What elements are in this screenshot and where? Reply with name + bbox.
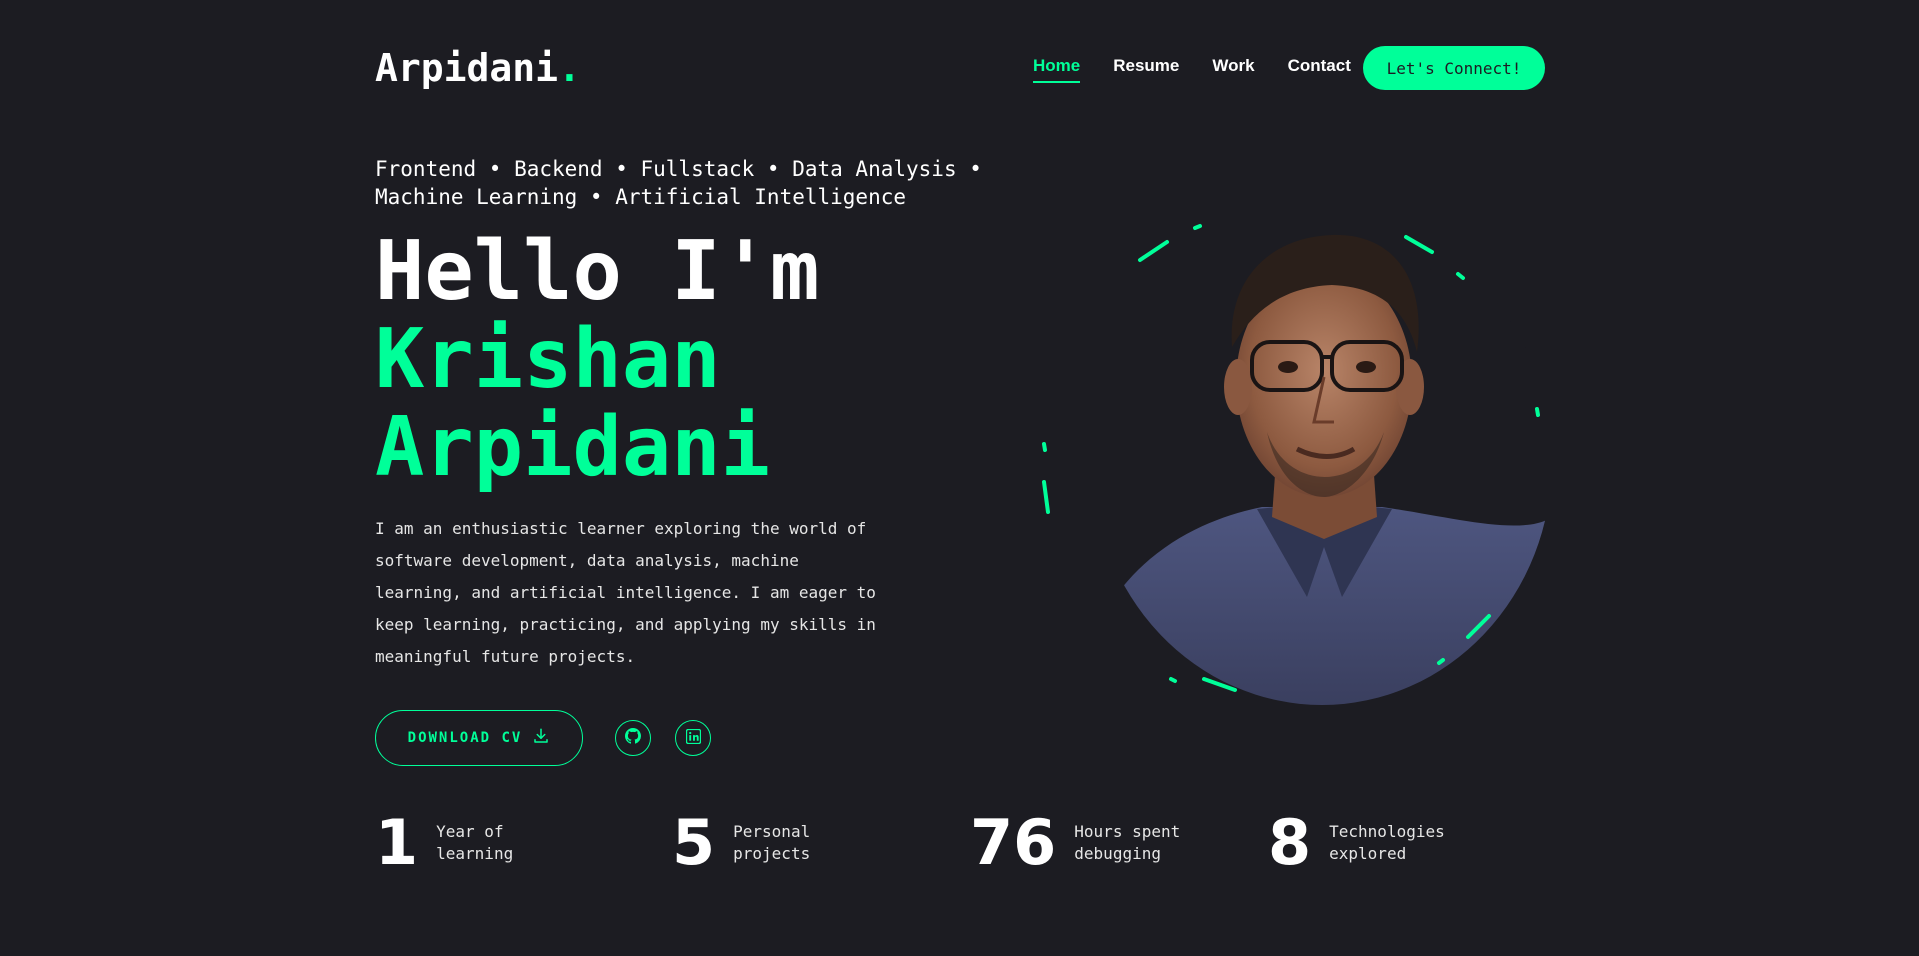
stat-value: 76: [970, 806, 1057, 879]
stat-value: 8: [1268, 806, 1312, 879]
page: Arpidani. Home Resume Work Contact Let's…: [0, 0, 1919, 956]
name-heading: Krishan Arpidani: [375, 316, 770, 492]
logo-text: Arpidani: [375, 46, 559, 90]
nav-contact[interactable]: Contact: [1288, 55, 1351, 83]
greeting-heading: Hello I'm: [375, 224, 820, 319]
linkedin-icon: [685, 728, 701, 748]
profile-photo-area: [1030, 212, 1552, 712]
main-nav: Home Resume Work Contact: [1033, 55, 1351, 83]
linkedin-link[interactable]: [675, 720, 711, 756]
nav-work[interactable]: Work: [1212, 55, 1254, 83]
stat-label: Technologies explored: [1329, 822, 1445, 863]
stat-hours: 76 Hours spent debugging: [970, 812, 1214, 874]
nav-home[interactable]: Home: [1033, 55, 1081, 83]
bio-paragraph: I am an enthusiastic learner exploring t…: [375, 519, 876, 666]
github-link[interactable]: [615, 720, 651, 756]
stat-years: 1 Year of learning: [375, 812, 576, 874]
download-cv-button[interactable]: DOWNLOAD CV: [375, 710, 583, 766]
logo[interactable]: Arpidani.: [375, 44, 581, 92]
roles-subtitle: Frontend • Backend • Fullstack • Data An…: [375, 155, 995, 211]
roles-line-1: Frontend • Backend • Fullstack • Data An…: [375, 157, 982, 181]
lets-connect-button[interactable]: Let's Connect!: [1363, 46, 1545, 90]
last-name: Arpidani: [375, 400, 770, 495]
stat-label: Personal projects: [733, 822, 811, 863]
download-icon: [532, 727, 550, 749]
logo-dot: .: [558, 46, 581, 90]
stat-projects: 5 Personal projects: [672, 812, 873, 874]
stat-label: Hours spent debugging: [1074, 822, 1181, 863]
stat-label: Year of learning: [436, 822, 514, 863]
stat-technologies: 8 Technologies explored: [1268, 812, 1469, 874]
github-icon: [625, 728, 641, 748]
stat-value: 1: [375, 806, 419, 879]
orbit-dashes: [1042, 224, 1540, 692]
download-cv-label: DOWNLOAD CV: [407, 730, 523, 746]
roles-line-2: Machine Learning • Artificial Intelligen…: [375, 185, 907, 209]
first-name: Krishan: [375, 312, 721, 407]
stat-value: 5: [672, 806, 716, 879]
nav-resume[interactable]: Resume: [1113, 55, 1179, 83]
